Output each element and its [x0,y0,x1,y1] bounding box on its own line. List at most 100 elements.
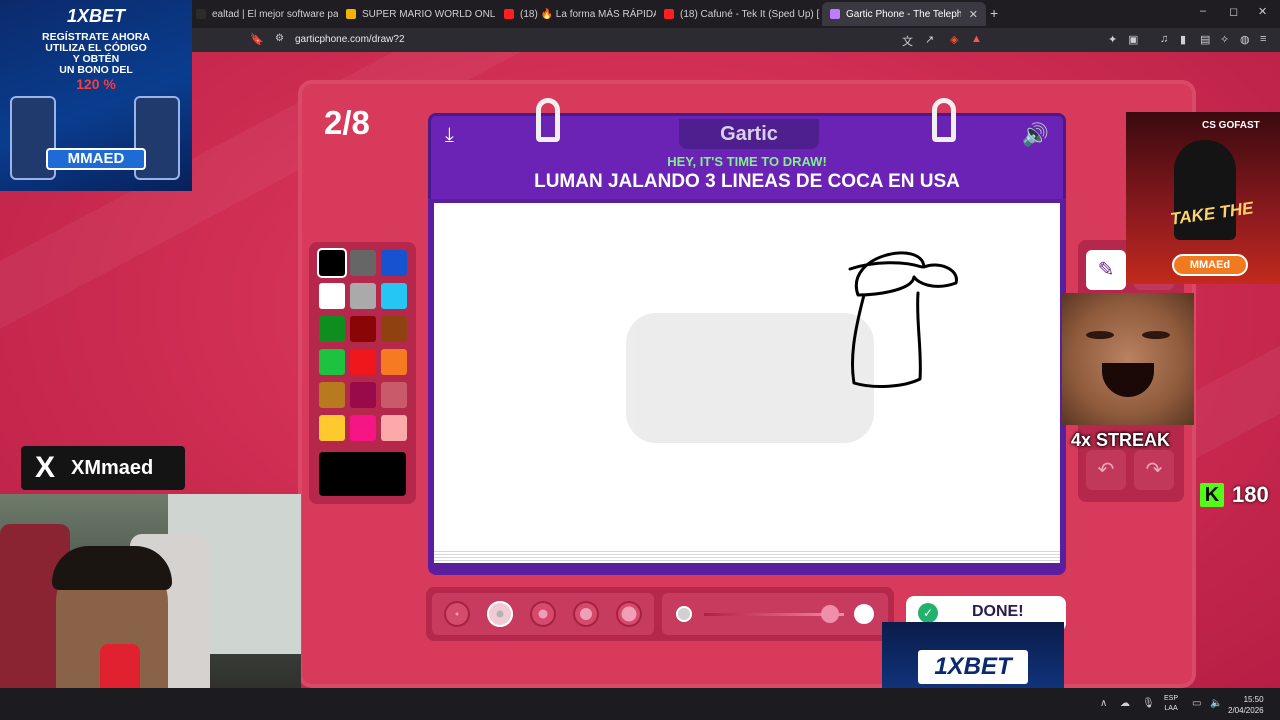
swatch-maroon[interactable] [350,382,376,408]
swatch-cyan[interactable] [381,283,407,309]
leo-ai-icon[interactable]: ✧ [1220,33,1229,46]
cloud-icon[interactable]: ☁ [1120,698,1130,709]
swatch-white[interactable] [319,283,345,309]
minimize-button[interactable]: – [1200,5,1206,17]
youtube-icon [664,9,674,19]
maximize-button[interactable]: ◻ [1229,5,1238,18]
close-tab-icon[interactable]: ✕ [969,8,978,21]
download-icon[interactable]: ⤓ [445,124,454,147]
opacity-group [662,593,888,635]
tab-gartic-active[interactable]: Gartic Phone - The Telephone G ✕ [822,2,986,26]
tab-2[interactable]: (18) 🔥 La forma MÁS RÁPIDA de lle [496,4,656,24]
ad-promo-code: MMAED [46,148,146,170]
clock-date: 2/04/2026 [1228,706,1264,715]
clock[interactable]: 15:50 2/04/2026 [1228,694,1264,716]
swatch-light-gray[interactable] [350,283,376,309]
drawing-card-header: Gartic ⤓ 🔊 HEY, IT'S TIME TO DRAW! LUMAN… [428,113,1066,202]
url-field[interactable]: garticphone.com/draw?2 [295,34,405,45]
swatch-rose[interactable] [381,382,407,408]
redo-button[interactable]: ↷ [1134,450,1174,490]
undo-button[interactable]: ↶ [1086,450,1126,490]
swatch-yellow[interactable] [319,415,345,441]
swatch-ochre[interactable] [319,382,345,408]
canvas-svg: Gartic PHONE [626,251,958,443]
menu-icon[interactable]: ≡ [1260,33,1266,45]
drawing-hat [854,251,958,297]
check-icon: ✓ [918,603,938,623]
brave-shield-icon[interactable]: ◈ [950,33,958,46]
social-handle-tag: X XMmaed [21,446,185,490]
site-settings-icon[interactable]: ⚙ [275,33,284,44]
done-label: DONE! [972,603,1024,620]
swatch-orange[interactable] [381,349,407,375]
tab-label: ealtad | El mejor software para pote [212,8,338,20]
swatch-dark-green[interactable] [319,316,345,342]
volume-icon[interactable]: 🔊 [1022,122,1049,148]
brush-size-4[interactable] [573,601,599,627]
sponsor-ad-right: CS GOFAST TAKE THE MMAEd [1126,112,1280,284]
volume-tray-icon[interactable]: 🔈 [1210,698,1222,709]
tray-chevron-icon[interactable]: ∧ [1100,698,1107,709]
drawing-card: Gartic PHONE [428,199,1066,575]
swatch-dark-red[interactable] [350,316,376,342]
opacity-slider-handle[interactable] [821,605,839,623]
language-indicator[interactable]: ESP LAA [1164,694,1178,714]
wallet-icon[interactable]: ▤ [1200,33,1210,46]
tab-label: SUPER MARIO WORLD ONLINE juego [362,8,496,20]
swatch-gray[interactable] [350,250,376,276]
swatch-black[interactable] [319,250,345,276]
tab-favicon [196,9,206,19]
tab-1[interactable]: SUPER MARIO WORLD ONLINE juego [338,4,496,24]
ad-bottom-brand: 1XBET [918,650,1028,684]
tab-3[interactable]: (18) Cafuné - Tek It (Sped Up) [Offici [656,4,820,24]
swatch-brown[interactable] [381,316,407,342]
rewards-icon[interactable]: ▲ [971,33,982,45]
streamer-webcam [0,494,301,720]
close-window-button[interactable]: ✕ [1258,5,1267,18]
brush-bar [426,587,894,641]
swatch-peach[interactable] [381,415,407,441]
sidebar-icon[interactable]: ▮ [1180,33,1186,46]
watermark-top: Gartic [701,333,799,371]
meme-mouth [1102,363,1154,397]
gartic-favicon-icon [830,9,840,19]
sponsor-ad-top: 1XBET REGÍSTRATE AHORA UTILIZA EL CÓDIGO… [0,0,192,191]
swatch-blue[interactable] [381,250,407,276]
translate-icon[interactable]: 文 [902,33,913,49]
bookmark-icon[interactable]: 🔖 [250,33,264,46]
mic-icon[interactable]: 🎙 [1142,698,1155,709]
paper-edge [434,549,1060,563]
drawing-canvas[interactable]: Gartic PHONE [434,203,1060,549]
display-icon[interactable]: ▭ [1192,698,1201,709]
tab-bar: ealtad | El mejor software para pote SUP… [0,0,1280,28]
ad-percent: 120 % [76,76,116,92]
music-icon[interactable]: ♫ [1160,33,1168,45]
ad-line: UN BONO DEL [59,64,133,76]
swatch-pink[interactable] [350,415,376,441]
social-handle: XMmaed [71,457,154,479]
brush-size-1[interactable] [444,601,470,627]
kick-logo-icon: K [1200,483,1224,507]
new-tab-button[interactable]: + [990,5,998,21]
streak-meme-image [1062,293,1194,425]
swatch-red[interactable] [350,349,376,375]
swatch-green[interactable] [319,349,345,375]
watermark-bottom: PHONE [658,369,843,427]
current-color-preview [319,452,406,496]
meme-eye [1086,331,1114,339]
brush-size-2[interactable] [487,601,513,627]
extensions-icon[interactable]: ✦ [1108,33,1117,46]
brush-size-5[interactable] [616,601,642,627]
share-icon[interactable]: ↗ [925,33,934,46]
pen-tool-button[interactable]: ✎ [1086,250,1126,290]
color-palette [309,242,416,504]
x-logo-icon: X [34,451,55,484]
screenshot-icon[interactable]: ▣ [1128,33,1138,46]
address-bar: 🔖 ⚙ garticphone.com/draw?2 文 ↗ ◈ ▲ ✦ ▣ ♫… [0,28,1280,52]
streak-counter: 4x STREAK [1071,430,1171,450]
opacity-max-icon [854,604,874,624]
tab-0[interactable]: ealtad | El mejor software para pote [188,4,338,24]
brush-size-3[interactable] [530,601,556,627]
round-counter: 2/8 [324,104,370,141]
vpn-icon[interactable]: ◍ [1240,33,1250,46]
